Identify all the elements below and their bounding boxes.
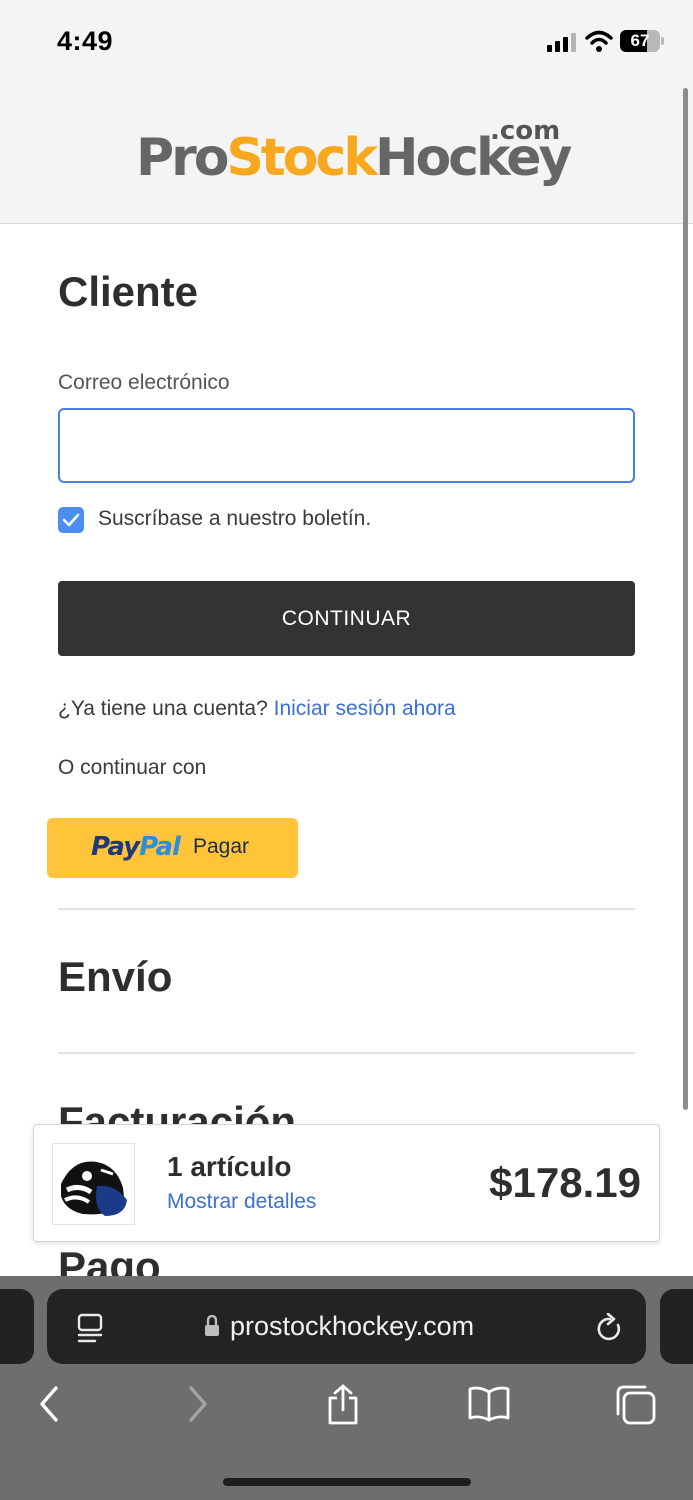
page-menu-icon[interactable]: [77, 1313, 105, 1343]
paypal-logo: PayPal: [91, 832, 181, 862]
prostockhockey-logo[interactable]: .com ProStockHockey: [136, 116, 572, 196]
customer-section-title: Cliente: [58, 268, 199, 315]
sign-in-link[interactable]: Iniciar sesión ahora: [274, 697, 456, 720]
divider: [58, 908, 635, 910]
cart-item-count: 1 artículo: [167, 1151, 292, 1182]
home-indicator[interactable]: [223, 1478, 471, 1486]
reload-icon[interactable]: [596, 1313, 624, 1343]
battery-icon: 67: [620, 30, 664, 52]
browser-toolbar: prostockhockey.com: [0, 1276, 693, 1500]
paypal-button[interactable]: PayPal Pagar: [47, 818, 298, 878]
cart-total: $178.19: [489, 1159, 641, 1206]
have-account-text: ¿Ya tiene una cuenta?: [58, 697, 268, 720]
wifi-icon: [585, 30, 613, 52]
previous-tab-edge[interactable]: [0, 1289, 34, 1364]
have-account-row: ¿Ya tiene una cuenta? Iniciar sesión aho…: [58, 697, 456, 721]
continue-button[interactable]: CONTINUAR: [58, 581, 635, 656]
page-scrollbar[interactable]: [683, 88, 688, 1110]
cart-summary[interactable]: 1 artículo Mostrar detalles $178.19: [33, 1124, 660, 1242]
checkmark-icon: [62, 513, 80, 527]
newsletter-label[interactable]: Suscríbase a nuestro boletín.: [98, 507, 371, 531]
cellular-signal-icon: [547, 33, 576, 52]
back-icon[interactable]: [36, 1384, 62, 1424]
lock-icon: [205, 1315, 219, 1336]
paypal-pay-label: Pagar: [193, 835, 250, 858]
status-time: 4:49: [57, 26, 114, 56]
shipping-section-title[interactable]: Envío: [58, 953, 172, 1001]
battery-level: 67: [630, 31, 650, 50]
next-tab-edge[interactable]: [660, 1289, 693, 1364]
or-continue-text: O continuar con: [58, 756, 207, 779]
share-icon[interactable]: [325, 1384, 361, 1426]
store-header: 4:49 67 .com ProStockHockey: [0, 0, 693, 224]
show-details-link[interactable]: Mostrar detalles: [167, 1190, 316, 1214]
newsletter-checkbox[interactable]: [58, 507, 84, 533]
address-bar[interactable]: prostockhockey.com: [47, 1289, 646, 1364]
product-thumbnail: [52, 1143, 135, 1225]
bookmarks-icon[interactable]: [467, 1384, 511, 1424]
forward-icon[interactable]: [185, 1384, 211, 1424]
email-field[interactable]: [58, 408, 635, 483]
divider: [58, 1052, 635, 1054]
tabs-icon[interactable]: [615, 1384, 657, 1426]
url-text[interactable]: prostockhockey.com: [230, 1311, 474, 1342]
email-label: Correo electrónico: [58, 371, 230, 394]
